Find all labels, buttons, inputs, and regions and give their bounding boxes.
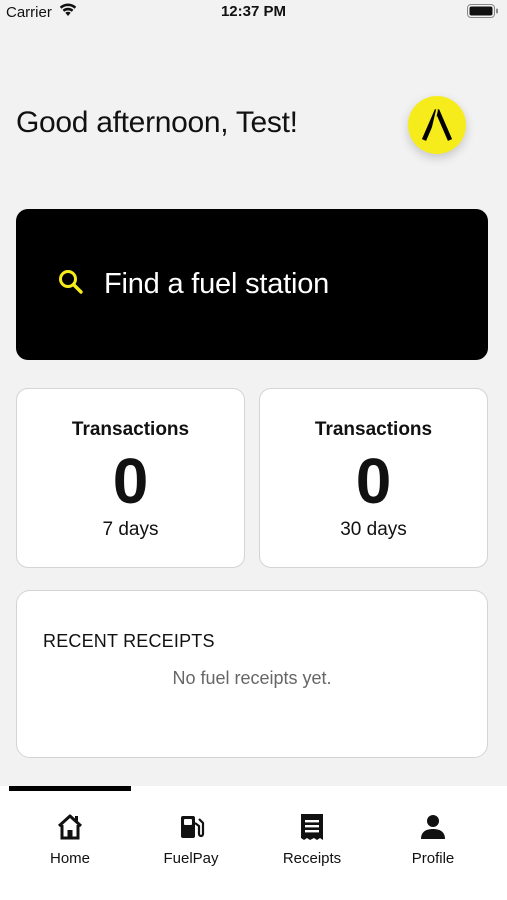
find-fuel-station-label: Find a fuel station [104,268,330,300]
tab-label: Home [49,850,90,867]
fuel-pump-icon [177,812,205,842]
person-icon [419,812,447,842]
recent-receipts-card: RECENT RECEIPTS No fuel receipts yet. [16,590,488,758]
recent-receipts-heading: RECENT RECEIPTS [43,631,215,651]
tab-profile[interactable]: Profile [372,812,494,872]
tab-label: FuelPay [163,850,219,867]
tab-receipts[interactable]: Receipts [251,812,373,872]
greeting-heading: Good afternoon, Test! [16,106,298,139]
status-bar: Carrier 12:37 PM [0,0,507,24]
tab-label: Profile [411,850,455,867]
transactions-7-days-card[interactable]: Transactions 0 7 days [16,388,245,568]
stat-value: 0 [355,445,392,517]
tab-home[interactable]: Home [9,812,131,872]
stat-value: 0 [112,445,149,517]
brand-logo[interactable] [408,96,466,154]
tab-label: Receipts [282,850,342,867]
tab-fuelpay[interactable]: FuelPay [130,812,252,872]
stat-title: Transactions [71,419,190,440]
receipt-icon [298,812,326,842]
status-time: 12:37 PM [220,3,287,20]
brand-logo-icon [421,109,453,141]
active-tab-indicator [9,786,131,791]
home-icon [55,812,85,842]
battery-icon [467,4,499,22]
find-fuel-station-button[interactable]: Find a fuel station [16,209,488,360]
stat-period: 7 days [102,519,159,540]
transactions-30-days-card[interactable]: Transactions 0 30 days [259,388,488,568]
no-receipts-message: No fuel receipts yet. [172,668,332,688]
stat-period: 30 days [340,519,407,540]
bottom-tab-bar: Home FuelPay Receipts Profile [0,786,507,900]
stat-title: Transactions [314,419,433,440]
search-icon [58,269,84,300]
